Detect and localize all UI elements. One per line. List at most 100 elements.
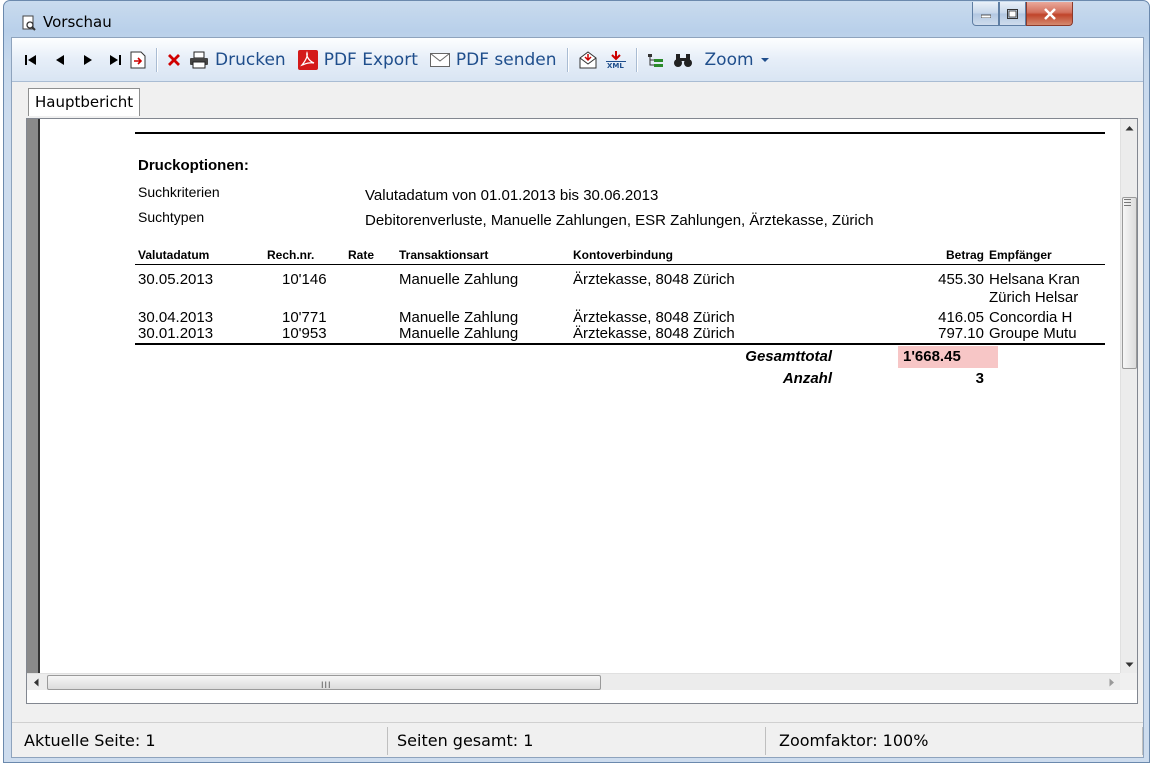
cell-invoice: 10'146 — [282, 271, 327, 288]
col-header-account: Kontoverbindung — [573, 248, 673, 262]
scroll-grip — [1124, 199, 1131, 200]
cell-account: Ärztekasse, 8048 Zürich — [573, 271, 735, 288]
close-preview-button[interactable] — [163, 46, 185, 74]
tab-strip: Hauptbericht — [12, 82, 1143, 118]
total-value: 1'668.45 — [903, 348, 961, 365]
scrollbar-corner — [1120, 673, 1137, 690]
scroll-up-button[interactable] — [1121, 119, 1137, 136]
cell-date: 30.05.2013 — [138, 271, 214, 288]
toolbar-separator — [635, 47, 637, 72]
criteria-label: Suchkriterien — [138, 184, 220, 200]
cell-recipient: Helsana Kran — [989, 271, 1080, 288]
cell-date: 30.04.2013 — [138, 309, 214, 326]
col-header-amount: Betrag — [945, 248, 984, 262]
status-bar: Aktuelle Seite: 1 Seiten gesamt: 1 Zoomf… — [12, 722, 1143, 757]
close-button[interactable] — [1026, 2, 1073, 26]
cell-recipient: Groupe Mutu — [989, 325, 1077, 342]
previous-page-icon — [56, 54, 64, 65]
goto-page-button[interactable] — [126, 46, 150, 74]
zoom-label: Zoom — [704, 49, 754, 70]
last-page-icon — [110, 54, 121, 65]
col-header-invoice: Rech.nr. — [267, 248, 315, 262]
cell-account: Ärztekasse, 8048 Zürich — [573, 325, 735, 342]
report-page: Druckoptionen: Suchkriterien Valutadatum… — [42, 119, 1108, 673]
cell-date: 30.01.2013 — [138, 325, 214, 342]
status-zoom: Zoomfaktor: 100% — [771, 727, 1143, 755]
preview-window: Vorschau Drucken PDF Export PDF senden X… — [3, 0, 1150, 763]
cell-type: Manuelle Zahlung — [399, 309, 519, 326]
minimize-button[interactable] — [972, 2, 999, 26]
criteria-value: Valutadatum von 01.01.2013 bis 30.06.201… — [365, 187, 659, 204]
print-button[interactable]: Drucken — [185, 46, 290, 74]
goto-page-icon — [130, 51, 146, 68]
cell-amount: 455.30 — [938, 271, 984, 288]
maximize-button[interactable] — [999, 2, 1026, 26]
tree-icon — [647, 53, 663, 67]
header-rule — [135, 264, 1105, 265]
col-header-type: Transaktionsart — [399, 248, 489, 262]
xml-export-icon: XML — [605, 50, 626, 70]
toolbar: Drucken PDF Export PDF senden XML Zoom — [12, 38, 1143, 82]
scroll-grip: III — [321, 680, 332, 690]
arrow-down-icon — [1125, 662, 1134, 667]
cell-type: Manuelle Zahlung — [399, 271, 519, 288]
toolbar-separator — [566, 47, 568, 72]
cell-invoice: 10'771 — [282, 309, 327, 326]
count-label: Anzahl — [782, 370, 832, 387]
horizontal-scroll-thumb[interactable]: III — [47, 675, 601, 690]
toolbar-separator — [156, 47, 157, 72]
arrow-up-icon — [1125, 125, 1134, 130]
status-total-pages: Seiten gesamt: 1 — [393, 727, 766, 755]
cell-recipient-line2: Zürich Helsar — [989, 289, 1079, 306]
zoom-dropdown[interactable]: Zoom — [701, 46, 774, 74]
cell-amount: 416.05 — [938, 309, 984, 326]
pdf-export-label: PDF Export — [323, 49, 418, 70]
col-header-rate: Rate — [348, 248, 375, 262]
tab-hauptbericht[interactable]: Hauptbericht — [28, 88, 141, 116]
col-header-recipient: Empfänger — [989, 248, 1052, 262]
title-bar[interactable]: Vorschau — [4, 1, 1149, 37]
vertical-scrollbar[interactable] — [1120, 119, 1137, 673]
scroll-left-button[interactable] — [27, 674, 44, 691]
minimize-icon — [980, 14, 991, 18]
search-button[interactable] — [669, 46, 697, 74]
vertical-scroll-thumb[interactable] — [1122, 197, 1137, 369]
email-export-button[interactable] — [574, 46, 602, 74]
client-area: Drucken PDF Export PDF senden XML Zoom H… — [11, 37, 1144, 758]
pdf-export-button[interactable]: PDF Export — [294, 46, 422, 74]
close-icon — [1043, 7, 1056, 20]
cell-account: Ärztekasse, 8048 Zürich — [573, 309, 735, 326]
table-bottom-rule — [135, 343, 1105, 345]
arrow-right-icon — [1109, 678, 1114, 687]
cell-invoice: 10'953 — [282, 325, 327, 342]
mail-export-icon — [579, 50, 597, 68]
section-title: Druckoptionen: — [138, 157, 249, 174]
last-page-button[interactable] — [104, 46, 126, 74]
window-title: Vorschau — [43, 13, 112, 31]
xml-export-button[interactable]: XML — [602, 46, 630, 74]
pdf-icon — [297, 49, 318, 70]
horizontal-scrollbar[interactable]: III — [27, 673, 1120, 690]
page-margin — [27, 119, 40, 673]
scroll-down-button[interactable] — [1121, 656, 1137, 673]
col-header-date: Valutadatum — [138, 248, 210, 262]
first-page-button[interactable] — [20, 46, 42, 74]
cell-amount: 797.10 — [938, 325, 984, 342]
tree-view-button[interactable] — [643, 46, 669, 74]
chevron-down-icon — [760, 57, 769, 62]
types-label: Suchtypen — [138, 209, 205, 225]
report-viewer[interactable]: Druckoptionen: Suchkriterien Valutadatum… — [26, 118, 1138, 704]
scroll-right-button[interactable] — [1103, 674, 1120, 691]
envelope-icon — [429, 52, 450, 67]
first-page-icon — [25, 54, 36, 65]
cell-type: Manuelle Zahlung — [399, 325, 519, 342]
total-label: Gesamttotal — [745, 348, 832, 365]
status-current-page: Aktuelle Seite: 1 — [20, 727, 388, 755]
pdf-send-button[interactable]: PDF senden — [426, 46, 561, 74]
next-page-button[interactable] — [78, 46, 98, 74]
top-rule — [135, 132, 1105, 134]
delete-icon — [168, 53, 180, 66]
previous-page-button[interactable] — [50, 46, 70, 74]
cell-recipient: Concordia H — [989, 309, 1073, 326]
print-preview-icon — [22, 15, 36, 31]
